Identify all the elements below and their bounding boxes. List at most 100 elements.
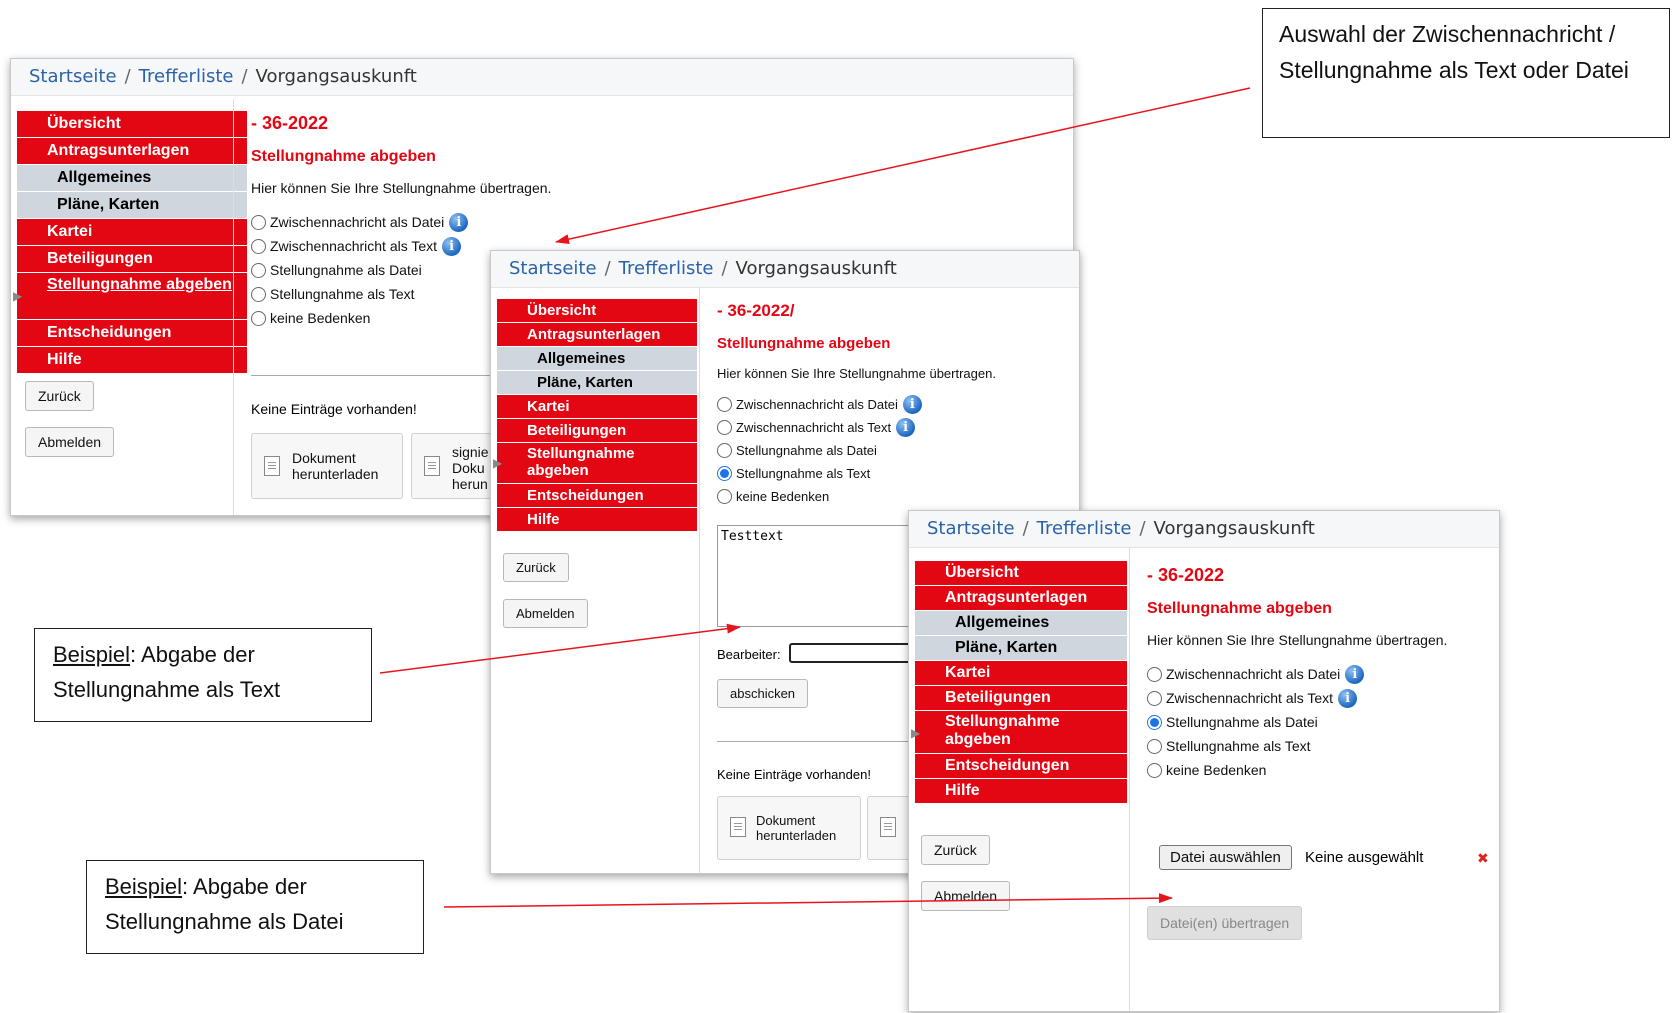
breadcrumb-home-link[interactable]: Startseite	[509, 258, 597, 279]
active-arrow-icon: ▶	[13, 289, 23, 303]
callout-text: Auswahl der Zwischennachricht / Stellung…	[1279, 21, 1629, 83]
main-content: - 36-2022 Stellungnahme abgeben Hier kön…	[1147, 565, 1487, 782]
sidebar-item-uebersicht[interactable]: Übersicht	[17, 111, 247, 137]
callout-file-example: Beispiel: Abgabe der Stellungnahme als D…	[86, 860, 424, 954]
radio-button[interactable]	[717, 443, 732, 458]
section-heading: Stellungnahme abgeben	[1147, 600, 1332, 617]
breadcrumb-results-link[interactable]: Trefferliste	[139, 66, 234, 87]
remove-file-icon[interactable]: ✖	[1477, 850, 1489, 867]
sidebar-item-hilfe[interactable]: Hilfe	[915, 779, 1127, 803]
radio-label: keine Bedenken	[736, 489, 830, 504]
logout-button[interactable]: Abmelden	[921, 881, 1011, 911]
breadcrumb-home-link[interactable]: Startseite	[927, 518, 1015, 539]
sidebar-item-entscheidungen[interactable]: Entscheidungen	[497, 484, 697, 507]
radio-button[interactable]	[717, 489, 732, 504]
radio-option[interactable]: Stellungnahme als Datei	[717, 439, 1077, 462]
back-button[interactable]: Zurück	[503, 553, 569, 582]
sidebar-item-antragsunterlagen[interactable]: Antragsunterlagen	[497, 323, 697, 346]
sidebar-item-uebersicht[interactable]: Übersicht	[497, 299, 697, 322]
active-arrow-icon: ▶	[493, 456, 503, 470]
radio-option-selected[interactable]: Stellungnahme als Datei	[1147, 710, 1487, 734]
main-content: - 36-2022/ Stellungnahme abgeben Hier kö…	[717, 301, 1077, 508]
breadcrumb: Startseite / Trefferliste / Vorgangsauskunft	[491, 251, 1079, 288]
radio-button[interactable]	[717, 420, 732, 435]
radio-button[interactable]	[1147, 762, 1162, 778]
radio-button[interactable]	[251, 310, 266, 326]
info-icon[interactable]: i	[902, 395, 922, 414]
download-document-button[interactable]: Dokument herunterladen	[251, 433, 403, 499]
radio-option[interactable]: Stellungnahme als Text	[1147, 734, 1487, 758]
document-icon	[730, 817, 746, 837]
info-icon[interactable]: i	[1345, 664, 1365, 684]
sidebar-item-kartei[interactable]: Kartei	[497, 395, 697, 418]
section-heading: Stellungnahme abgeben	[251, 148, 436, 165]
upload-files-button[interactable]: Datei(en) übertragen	[1147, 906, 1303, 940]
breadcrumb-results-link[interactable]: Trefferliste	[619, 258, 714, 279]
sidebar-item-antragsunterlagen[interactable]: Antragsunterlagen	[17, 138, 247, 164]
info-icon[interactable]: i	[1338, 688, 1358, 708]
radio-option[interactable]: Zwischennachricht als Text i	[717, 416, 1077, 439]
sidebar-item-stellungnahme-abgeben[interactable]: ▶ Stellungnahme abgeben	[493, 443, 697, 483]
sidebar-item-stellungnahme-abgeben[interactable]: ▶ Stellungnahme abgeben	[13, 273, 247, 319]
sidebar-item-plaene-karten[interactable]: Pläne, Karten	[497, 371, 697, 394]
logout-button[interactable]: Abmelden	[25, 427, 115, 457]
sidebar-item-uebersicht[interactable]: Übersicht	[915, 561, 1127, 585]
radio-button[interactable]	[251, 214, 266, 230]
sidebar-item-entscheidungen[interactable]: Entscheidungen	[17, 320, 247, 346]
logout-button[interactable]: Abmelden	[503, 599, 588, 628]
no-file-selected-text: Keine ausgewählt	[1305, 849, 1424, 866]
sidebar-item-allgemeines[interactable]: Allgemeines	[497, 347, 697, 370]
radio-option[interactable]: Zwischennachricht als Datei i	[717, 393, 1077, 416]
sidebar-item-antragsunterlagen[interactable]: Antragsunterlagen	[915, 586, 1127, 610]
back-button[interactable]: Zurück	[921, 835, 990, 865]
radio-button-selected[interactable]	[1147, 714, 1162, 730]
radio-option[interactable]: keine Bedenken	[1147, 758, 1487, 782]
radio-button-selected[interactable]	[717, 466, 732, 481]
sidebar-item-hilfe[interactable]: Hilfe	[17, 347, 247, 373]
radio-button[interactable]	[251, 262, 266, 278]
radio-label: Zwischennachricht als Text	[1166, 690, 1334, 706]
radio-option[interactable]: Zwischennachricht als Text i	[1147, 686, 1487, 710]
sidebar-item-allgemeines[interactable]: Allgemeines	[17, 165, 247, 191]
radio-button[interactable]	[1147, 666, 1162, 682]
radio-label: Zwischennachricht als Datei	[736, 397, 898, 412]
sidebar-item-allgemeines[interactable]: Allgemeines	[915, 611, 1127, 635]
sidebar-item-kartei[interactable]: Kartei	[915, 661, 1127, 685]
info-icon[interactable]: i	[896, 418, 916, 437]
radio-option[interactable]: keine Bedenken	[717, 485, 1077, 508]
radio-button[interactable]	[251, 286, 266, 302]
radio-option[interactable]: Zwischennachricht als Datei i	[251, 210, 851, 234]
sidebar-item-entscheidungen[interactable]: Entscheidungen	[915, 754, 1127, 778]
choose-file-button[interactable]: Datei auswählen	[1159, 845, 1292, 870]
info-icon[interactable]: i	[442, 236, 462, 256]
no-entries-text: Keine Einträge vorhanden!	[717, 767, 871, 782]
breadcrumb: Startseite / Trefferliste / Vorgangsauskunft	[909, 511, 1499, 548]
radio-label: Zwischennachricht als Text	[270, 238, 438, 254]
intro-text: Hier können Sie Ihre Stellungnahme übert…	[717, 366, 996, 381]
back-button[interactable]: Zurück	[25, 381, 94, 411]
radio-button[interactable]	[251, 238, 266, 254]
sidebar-item-plaene-karten[interactable]: Pläne, Karten	[915, 636, 1127, 660]
radio-option[interactable]: Zwischennachricht als Datei i	[1147, 662, 1487, 686]
submit-button[interactable]: abschicken	[717, 679, 809, 708]
sidebar-item-beteiligungen[interactable]: Beteiligungen	[915, 686, 1127, 710]
sidebar-item-stellungnahme-abgeben[interactable]: ▶ Stellungnahme abgeben	[911, 711, 1127, 753]
radio-button[interactable]	[717, 397, 732, 412]
radio-button[interactable]	[1147, 738, 1162, 754]
radio-option-selected[interactable]: Stellungnahme als Text	[717, 462, 1077, 485]
download-document-button[interactable]: Dokument herunterladen	[717, 796, 861, 860]
breadcrumb-home-link[interactable]: Startseite	[29, 66, 117, 87]
sidebar-item-hilfe[interactable]: Hilfe	[497, 508, 697, 531]
sidebar-item-beteiligungen[interactable]: Beteiligungen	[17, 246, 247, 272]
radio-button[interactable]	[1147, 690, 1162, 706]
sidebar-item-plaene-karten[interactable]: Pläne, Karten	[17, 192, 247, 218]
response-type-radio-group: Zwischennachricht als Datei i Zwischennac…	[717, 393, 1077, 508]
breadcrumb-results-link[interactable]: Trefferliste	[1037, 518, 1132, 539]
breadcrumb-separator: /	[241, 66, 248, 87]
active-arrow-icon: ▶	[911, 726, 921, 740]
sidebar-item-beteiligungen[interactable]: Beteiligungen	[497, 419, 697, 442]
info-icon[interactable]: i	[449, 212, 469, 232]
radio-label: keine Bedenken	[1166, 762, 1267, 778]
download-document-label: Dokument herunterladen	[756, 813, 837, 843]
sidebar-item-kartei[interactable]: Kartei	[17, 219, 247, 245]
